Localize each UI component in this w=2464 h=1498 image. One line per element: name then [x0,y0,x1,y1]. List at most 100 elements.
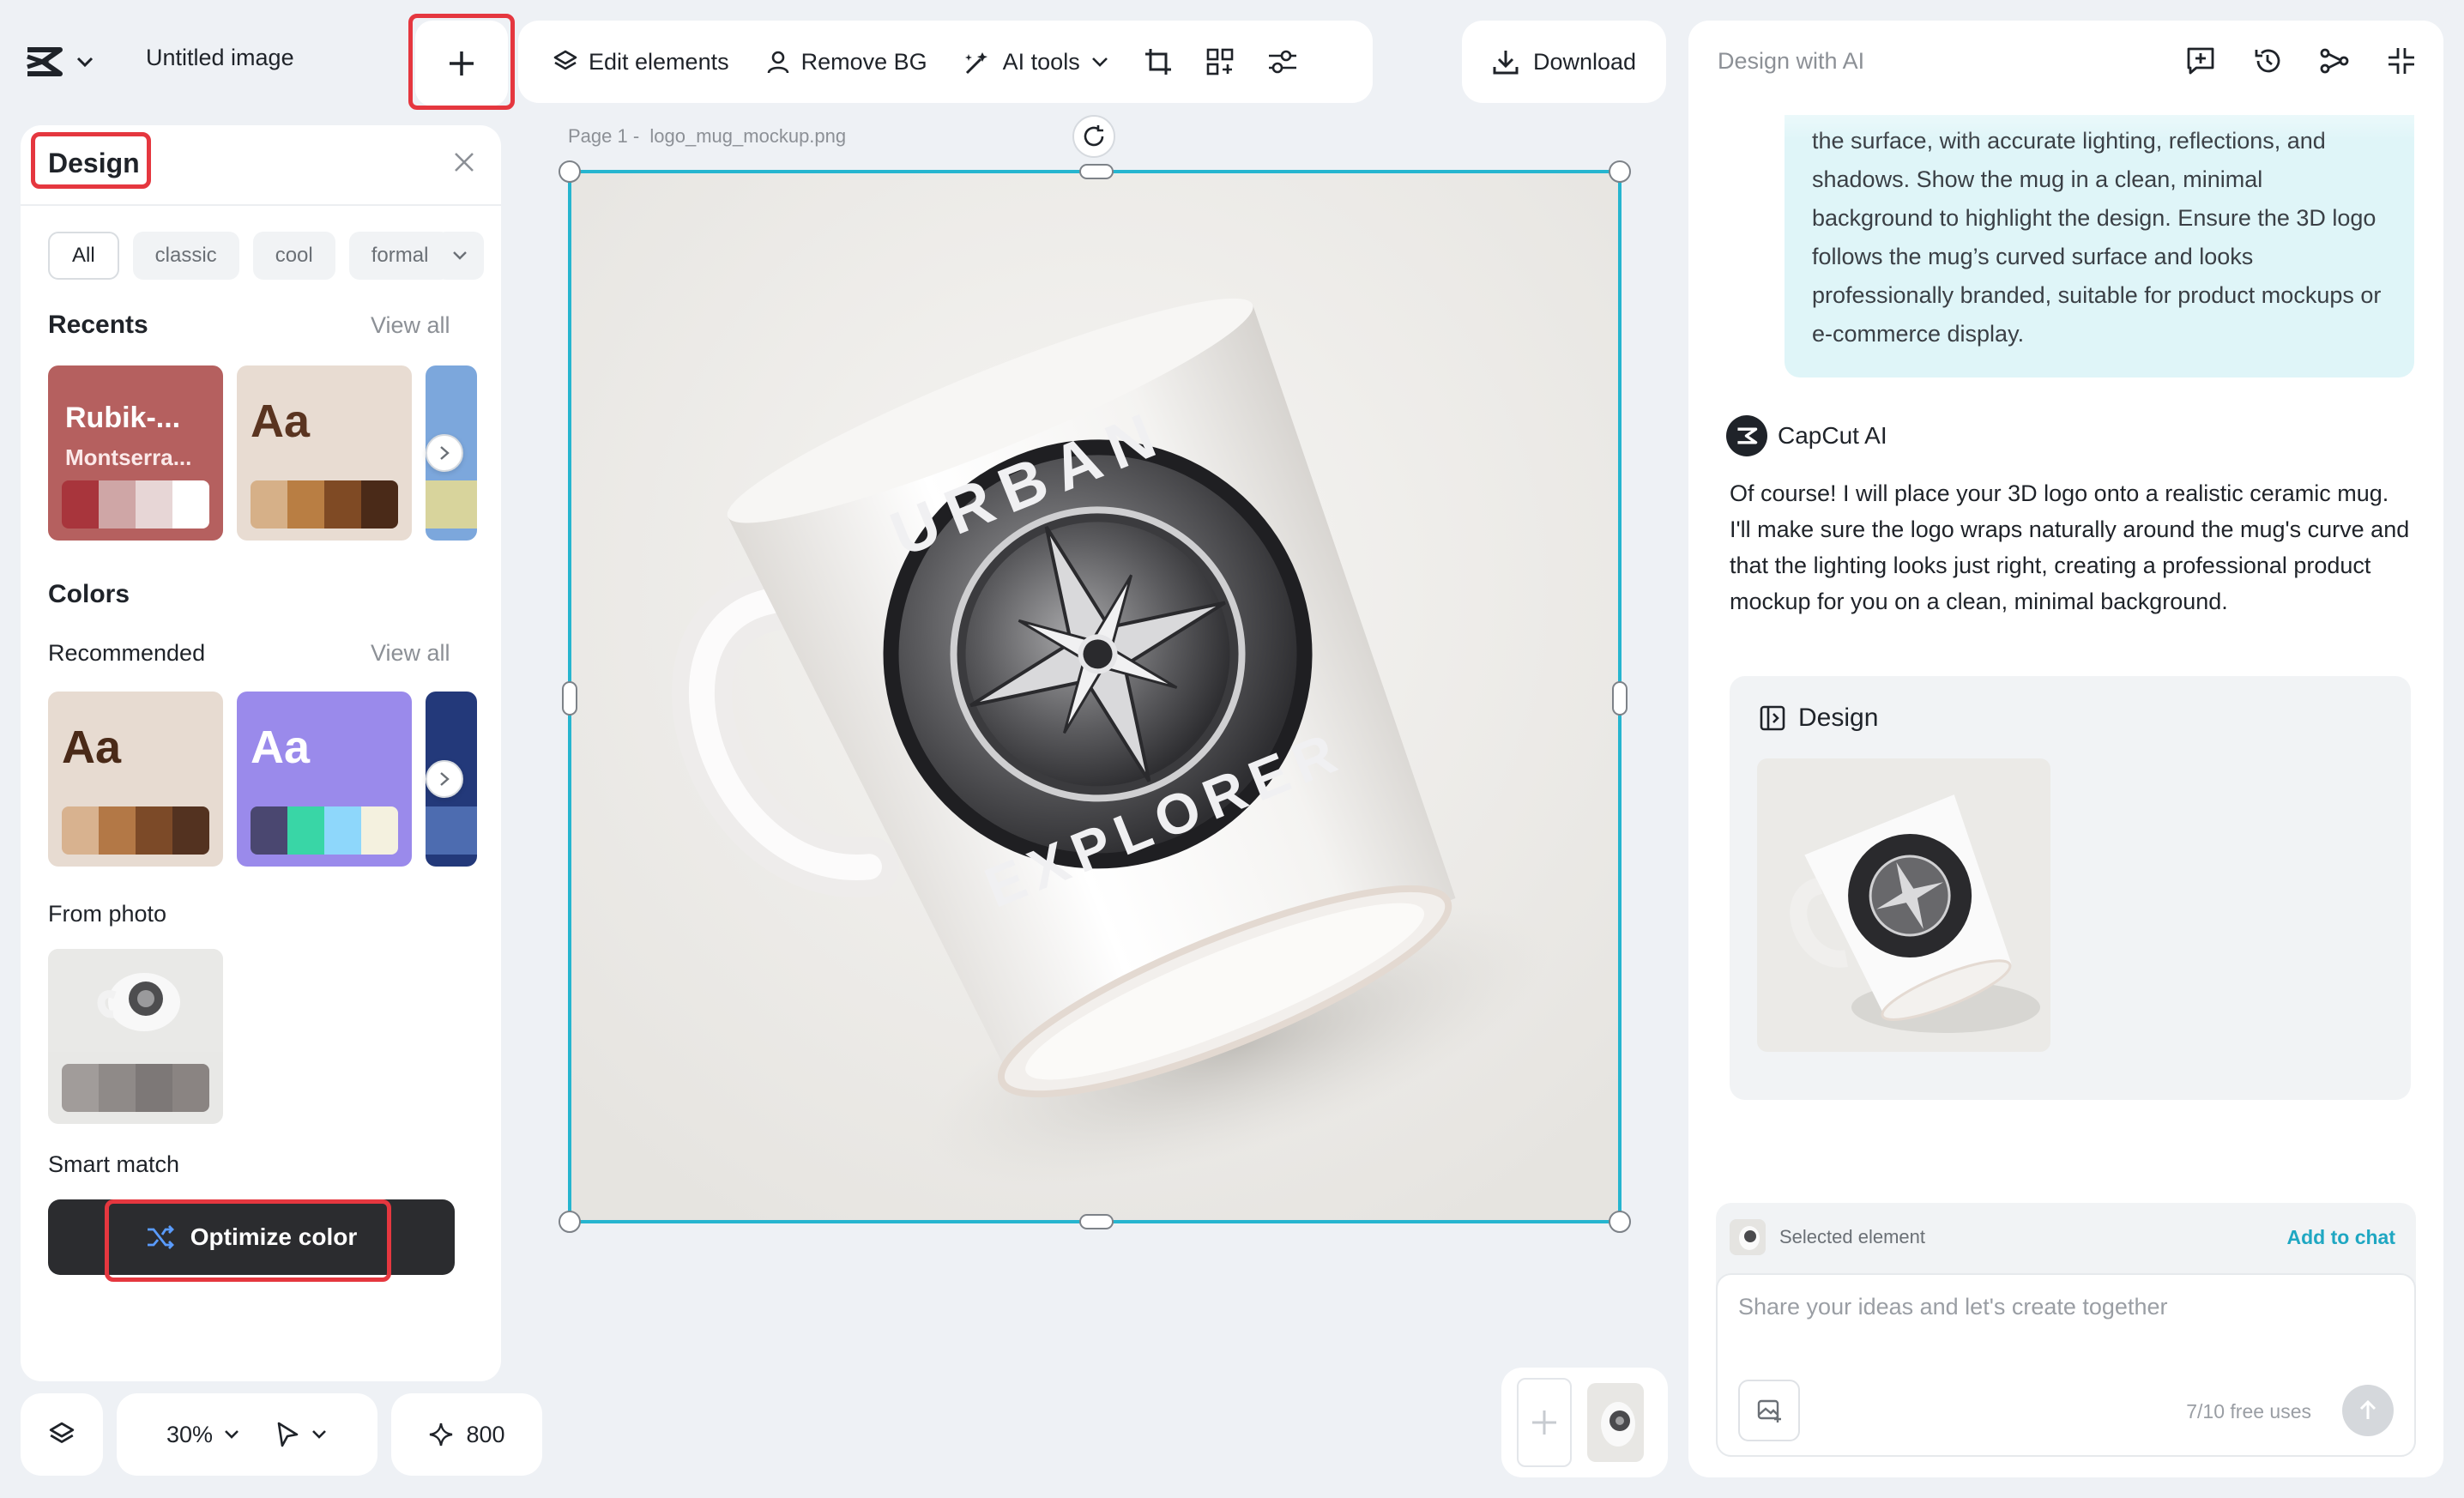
color-swatch [99,1064,136,1112]
tile-aa-text: Aa [62,722,122,773]
image-toolbar: Edit elements Remove BG AI tools [518,21,1373,103]
recommended-label: Recommended [48,640,206,666]
design-result-thumbnail[interactable] [1757,758,2050,1052]
app-logo-menu[interactable] [24,34,118,89]
rotate-handle[interactable] [1072,115,1115,158]
plus-icon [1532,1410,1556,1435]
photo-palette-tile[interactable] [48,949,223,1124]
recent-style-tile-rubik[interactable]: Rubik-... Montserra... [48,365,223,541]
adjust-button[interactable] [1255,39,1310,84]
zoom-level: 30% [166,1421,214,1447]
cursor-icon [277,1422,299,1447]
color-swatch [136,1064,172,1112]
from-photo-label: From photo [48,901,167,927]
layers-icon [49,1422,75,1443]
colors-view-all-link[interactable]: View all [371,640,450,667]
tile-font-subtitle: Montserra... [65,444,192,470]
add-to-chat-link[interactable]: Add to chat [2287,1226,2396,1249]
crop-button[interactable] [1132,39,1185,85]
chevron-right-icon [440,446,450,460]
design-result-card[interactable]: Design [1730,676,2411,1100]
tile-swatches [62,480,209,529]
color-palette-tile-purple[interactable]: Aa [237,692,412,867]
color-swatch [324,806,361,855]
resize-handle-bottom-right[interactable] [1609,1211,1631,1233]
recent-style-tile-aa[interactable]: Aa [237,365,412,541]
credits-button[interactable]: 800 [391,1393,542,1476]
workflow-icon[interactable] [2318,45,2351,77]
tile-swatches [62,806,209,855]
close-panel-button[interactable] [453,151,475,178]
selected-element-thumbnail [1730,1219,1766,1255]
scan-button[interactable] [1193,39,1247,85]
new-chat-icon[interactable] [2184,45,2217,77]
tile-swatches [62,1064,209,1112]
resize-handle-bottom-left[interactable] [559,1211,581,1233]
chevron-down-icon [76,57,94,68]
history-icon[interactable] [2251,45,2284,77]
smart-match-label: Smart match [48,1151,180,1177]
tile-font-title: Rubik-... [65,402,181,434]
zoom-dropdown[interactable]: 30% [166,1422,240,1448]
credits-count: 800 [466,1421,505,1447]
chat-input[interactable] [1738,1294,2390,1345]
resize-handle-top-left[interactable] [559,160,581,183]
download-button[interactable]: Download [1462,21,1666,103]
resize-handle-right[interactable] [1612,681,1628,716]
tile-swatches [426,480,477,529]
resize-handle-bottom[interactable] [1079,1214,1114,1229]
selected-element-row: Selected element Add to chat [1730,1215,2395,1259]
add-page-button[interactable] [1517,1378,1572,1467]
ai-message-text: Of course! I will place your 3D logo ont… [1730,480,2410,614]
page-label: Page 1 - logo_mug_mockup.png [568,125,846,148]
chip-cool[interactable]: cool [252,232,335,280]
sparkle-icon [430,1422,453,1447]
more-chips-button[interactable] [436,232,484,280]
edit-elements-button[interactable]: Edit elements [539,40,743,84]
chip-classic[interactable]: classic [132,232,239,280]
mug-thumbnail-icon [1757,758,2050,1052]
color-swatch [324,480,361,529]
colors-scroll-right-button[interactable] [426,760,463,798]
page-thumbnail-1[interactable] [1587,1383,1644,1462]
rotate-icon [1084,125,1104,147]
selection-frame [559,160,1631,1233]
color-swatch [251,806,287,855]
pointer-tool-dropdown[interactable] [275,1421,328,1448]
scan-icon [1206,48,1234,76]
resize-handle-top[interactable] [1079,164,1114,179]
send-button[interactable] [2342,1385,2394,1436]
chevron-down-icon [1091,57,1108,67]
divider [21,204,501,206]
color-swatch [172,480,209,529]
color-swatch [99,480,136,529]
recents-scroll-right-button[interactable] [426,434,463,472]
design-panel: Design All classic cool formal Recents V… [21,125,501,1381]
color-palette-tile-brown[interactable]: Aa [48,692,223,867]
close-icon [455,153,474,172]
arrow-up-icon [2359,1399,2376,1419]
recents-view-all-link[interactable]: View all [371,312,450,339]
chevron-down-icon [312,1430,326,1439]
upload-image-button[interactable] [1738,1380,1800,1441]
resize-handle-top-right[interactable] [1609,160,1631,183]
color-swatch [136,480,172,529]
page-number: Page 1 - [568,125,640,147]
document-title[interactable]: Untitled image [146,45,294,71]
ai-tools-label: AI tools [1002,48,1080,75]
ai-tools-dropdown[interactable]: AI tools [950,40,1123,84]
chip-all[interactable]: All [48,232,119,280]
tile-aa-text: Aa [251,722,311,773]
mug-thumbnail-icon [1601,1402,1635,1447]
resize-handle-left[interactable] [562,681,577,716]
highlight-optimize-button [105,1199,391,1282]
remove-bg-button[interactable]: Remove BG [752,40,941,84]
mug-thumbnail-icon [48,949,223,1052]
layers-button[interactable] [21,1393,103,1476]
image-add-icon [1757,1399,1781,1422]
color-swatch [62,480,99,529]
chevron-down-icon [453,251,467,260]
collapse-icon[interactable] [2385,45,2418,77]
color-swatch [62,1064,99,1112]
ai-message-header: CapCut AI [1726,415,1887,456]
